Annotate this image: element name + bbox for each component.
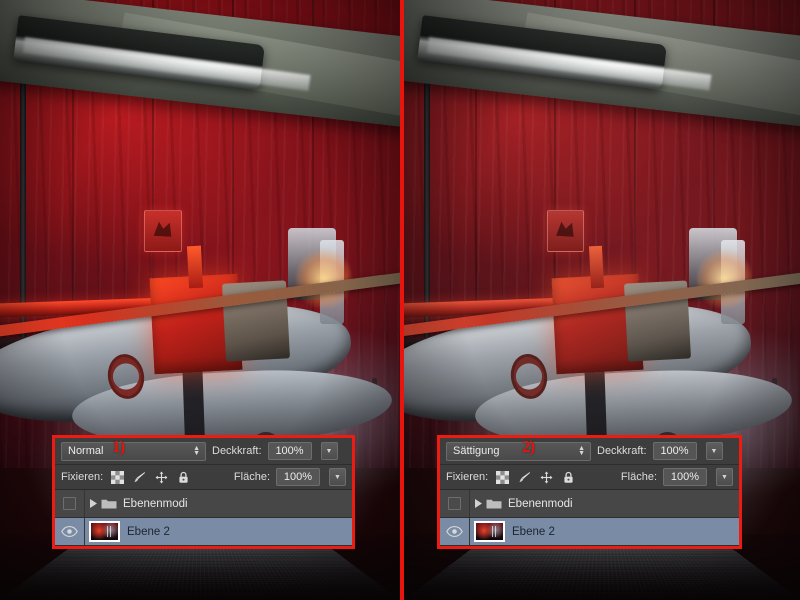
fill-dropdown-arrow-left[interactable]: ▼ xyxy=(329,468,346,486)
layer-name-pixel: Ebene 2 xyxy=(512,525,555,538)
eye-icon[interactable] xyxy=(61,526,78,537)
eye-icon[interactable] xyxy=(446,526,463,537)
lock-label: Fixieren: xyxy=(446,471,489,483)
transparency-checkerboard-icon[interactable] xyxy=(111,470,125,484)
opacity-label: Deckkraft: xyxy=(597,445,647,457)
disclosure-triangle-icon[interactable] xyxy=(470,499,486,508)
layer-row-group[interactable]: Ebenenmodi xyxy=(440,490,739,518)
lock-label: Fixieren: xyxy=(61,471,104,483)
opacity-input-right[interactable]: 100% xyxy=(652,442,697,460)
eye-off-icon[interactable] xyxy=(63,497,76,510)
blend-mode-dropdown-left[interactable]: Normal ▲ ▼ xyxy=(61,441,206,461)
move-icon[interactable] xyxy=(540,471,553,484)
brush-icon[interactable] xyxy=(133,471,146,484)
blend-mode-dropdown-right[interactable]: Sättigung ▲ ▼ xyxy=(446,441,591,461)
visibility-cell-group[interactable] xyxy=(440,490,470,517)
blend-mode-value: Sättigung xyxy=(453,445,500,457)
folder-icon xyxy=(101,499,117,508)
visibility-cell-pixel[interactable] xyxy=(55,518,85,545)
lock-all-icon[interactable] xyxy=(562,471,575,484)
blend-mode-row-right: Sättigung ▲ ▼ Deckkraft: 100% ▼ xyxy=(440,438,739,465)
opacity-label: Deckkraft: xyxy=(212,445,262,457)
lock-icon-group-left xyxy=(111,470,190,484)
folder-icon xyxy=(486,499,502,508)
lock-row-right: Fixieren: Fläche: 100% ▼ xyxy=(440,465,739,490)
brush-icon[interactable] xyxy=(518,471,531,484)
lock-row-left: Fixieren: Fläche: 100% ▼ xyxy=(55,465,352,490)
disclosure-triangle-icon[interactable] xyxy=(85,499,101,508)
layer-row-group[interactable]: Ebenenmodi xyxy=(55,490,352,518)
visibility-cell-group[interactable] xyxy=(55,490,85,517)
eye-off-icon[interactable] xyxy=(448,497,461,510)
opacity-dropdown-arrow-right[interactable]: ▼ xyxy=(705,442,723,460)
fill-input-left[interactable]: 100% xyxy=(276,468,320,486)
layer-row-pixel[interactable]: Ebene 2 xyxy=(440,518,739,546)
comparison-stage: Normal ▲ ▼ Deckkraft: 100% ▼ Fixieren: F… xyxy=(0,0,800,600)
opacity-dropdown-arrow-left[interactable]: ▼ xyxy=(320,442,338,460)
fill-label: Fläche: xyxy=(620,471,657,483)
layer-thumbnail[interactable] xyxy=(474,521,505,542)
chevron-updown-icon: ▲ ▼ xyxy=(193,445,200,457)
layer-thumbnail[interactable] xyxy=(89,521,120,542)
layer-name-group: Ebenenmodi xyxy=(123,497,188,510)
visibility-cell-pixel[interactable] xyxy=(440,518,470,545)
fill-label: Fläche: xyxy=(233,471,270,483)
move-icon[interactable] xyxy=(155,471,168,484)
opacity-input-left[interactable]: 100% xyxy=(267,442,312,460)
lock-all-icon[interactable] xyxy=(177,471,190,484)
layer-name-pixel: Ebene 2 xyxy=(127,525,170,538)
layer-row-pixel[interactable]: Ebene 2 xyxy=(55,518,352,546)
blend-mode-value: Normal xyxy=(68,445,104,457)
lock-icon-group-right xyxy=(496,470,575,484)
layers-panel-right[interactable]: Sättigung ▲ ▼ Deckkraft: 100% ▼ Fixieren: xyxy=(437,435,742,549)
fill-input-right[interactable]: 100% xyxy=(663,468,707,486)
layer-name-group: Ebenenmodi xyxy=(508,497,573,510)
blend-mode-row-left: Normal ▲ ▼ Deckkraft: 100% ▼ xyxy=(55,438,352,465)
layers-panel-left[interactable]: Normal ▲ ▼ Deckkraft: 100% ▼ Fixieren: F… xyxy=(52,435,355,549)
transparency-checkerboard-icon[interactable] xyxy=(496,470,510,484)
chevron-updown-icon: ▲ ▼ xyxy=(578,445,585,457)
fill-dropdown-arrow-right[interactable]: ▼ xyxy=(716,468,733,486)
